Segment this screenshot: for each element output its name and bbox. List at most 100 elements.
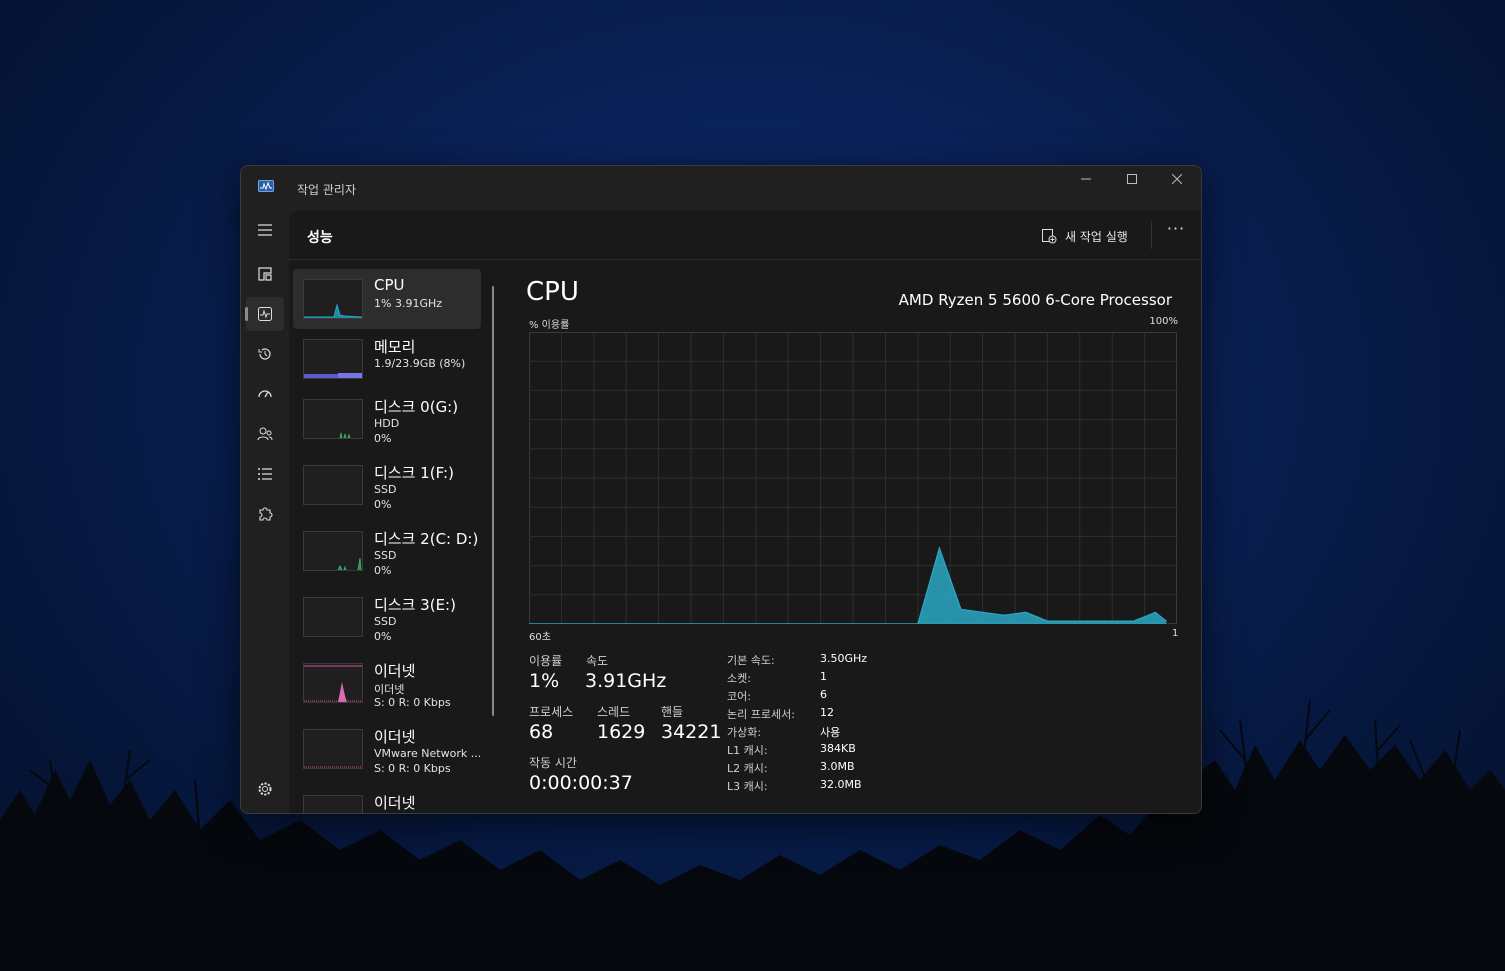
cpu-data-point <box>1111 620 1113 622</box>
device-list-scrollbar[interactable] <box>492 286 494 716</box>
list-item-disk-1[interactable]: 디스크 1(F:) SSD 0% <box>293 455 481 515</box>
device-usage: 0% <box>374 432 392 445</box>
device-detail: 1% 3.91GHz <box>374 297 443 310</box>
disk-0-mini-graph <box>303 399 363 439</box>
list-item-ethernet-1[interactable]: 이더넷 이더넷 S: 0 R: 0 Kbps <box>293 653 481 713</box>
run-new-task-label: 새 작업 실행 <box>1065 229 1128 244</box>
list-item-ethernet-2[interactable]: 이더넷 VMware Network ... S: 0 R: 0 Kbps <box>293 719 481 779</box>
maximize-icon <box>1127 174 1137 184</box>
uptime-label: 작동 시간 <box>529 756 577 770</box>
nav-startup-apps[interactable] <box>246 377 284 411</box>
cpu-data-point <box>1003 614 1005 616</box>
sockets-label: 소켓: <box>727 672 751 685</box>
page-title: 성능 <box>307 230 333 246</box>
device-usage: 0% <box>374 630 392 643</box>
l2-cache-value: 3.0MB <box>820 760 855 773</box>
nav-performance[interactable] <box>245 297 284 331</box>
nav-users[interactable] <box>246 417 284 451</box>
handles-value: 34221 <box>661 721 722 743</box>
memory-mini-graph <box>303 339 363 379</box>
cpu-data-point <box>1068 620 1070 622</box>
cpu-data-point <box>938 547 940 549</box>
device-detail: 1.9/23.9GB (8%) <box>374 357 466 370</box>
handles-label: 핸들 <box>661 705 684 719</box>
hamburger-menu-icon <box>258 224 272 236</box>
uptime-value: 0:00:00:37 <box>529 772 633 794</box>
performance-icon <box>258 307 272 321</box>
nav-processes[interactable] <box>246 257 284 291</box>
cores-value: 6 <box>820 688 827 701</box>
title-bar[interactable]: 작업 관리자 <box>241 166 1201 211</box>
utilization-label: 이용률 <box>529 654 563 668</box>
device-name: 이더넷 <box>374 662 416 680</box>
window-title: 작업 관리자 <box>297 183 357 197</box>
nav-details[interactable] <box>246 457 284 491</box>
nav-app-history[interactable] <box>246 337 284 371</box>
l2-cache-label: L2 캐시: <box>727 762 768 775</box>
cores-label: 코어: <box>727 690 751 703</box>
logical-processors-label: 논리 프로세서: <box>727 708 795 721</box>
throughput: S: 0 R: 0 Kbps <box>374 696 451 709</box>
device-usage: 0% <box>374 498 392 511</box>
close-icon <box>1172 174 1182 184</box>
logical-processors-value: 12 <box>820 706 834 719</box>
disk-2-mini-graph <box>303 531 363 571</box>
maximize-button[interactable] <box>1109 166 1155 192</box>
device-name: 메모리 <box>374 338 416 356</box>
cpu-data-point <box>1046 620 1048 622</box>
speed-value: 3.91GHz <box>585 670 667 692</box>
cpu-utilization-graph <box>529 332 1177 624</box>
disk-1-mini-graph <box>303 465 363 505</box>
more-options-button[interactable]: ··· <box>1165 219 1187 247</box>
details-list-icon <box>258 468 272 480</box>
speed-label: 속도 <box>586 654 609 668</box>
virtualization-value: 사용 <box>820 726 841 739</box>
nav-menu-button[interactable] <box>246 213 284 247</box>
list-item-cpu[interactable]: CPU 1% 3.91GHz <box>293 269 481 329</box>
y-axis-max-label: 100% <box>1149 316 1178 327</box>
adapter-name: VMware Network ... <box>374 747 482 760</box>
cpu-mini-graph <box>303 279 363 319</box>
list-item-ethernet-3[interactable]: 이더넷 <box>293 785 481 813</box>
threads-value: 1629 <box>597 721 646 743</box>
device-name: 디스크 3(E:) <box>374 596 456 614</box>
ethernet-1-mini-graph <box>303 663 363 703</box>
device-type: SSD <box>374 483 397 496</box>
cpu-data-point <box>982 611 984 613</box>
l3-cache-value: 32.0MB <box>820 778 862 791</box>
cpu-data-point <box>1165 620 1167 622</box>
close-button[interactable] <box>1154 166 1200 192</box>
utilization-value: 1% <box>529 670 560 692</box>
cpu-data-point <box>1025 611 1027 613</box>
device-list: CPU 1% 3.91GHz 메모리 1.9/23.9GB (8%) 디스크 0… <box>293 269 493 813</box>
device-name: 디스크 0(G:) <box>374 398 459 416</box>
y-axis-label: % 이용률 <box>529 320 570 331</box>
app-history-icon <box>258 348 271 360</box>
nav-settings[interactable] <box>246 772 284 806</box>
header-separator <box>1151 221 1152 249</box>
gear-icon <box>258 782 272 796</box>
device-name: 디스크 2(C: D:) <box>374 530 479 548</box>
processes-label: 프로세스 <box>529 705 574 719</box>
processes-icon <box>258 267 272 281</box>
ethernet-2-mini-graph <box>303 729 363 769</box>
cpu-title: CPU <box>526 277 579 307</box>
adapter-name: 이더넷 <box>374 683 405 696</box>
list-item-disk-0[interactable]: 디스크 0(G:) HDD 0% <box>293 389 481 449</box>
minimize-button[interactable] <box>1063 166 1109 192</box>
list-item-memory[interactable]: 메모리 1.9/23.9GB (8%) <box>293 329 481 389</box>
sockets-value: 1 <box>820 670 827 683</box>
nav-services[interactable] <box>246 497 284 531</box>
l3-cache-label: L3 캐시: <box>727 780 768 793</box>
device-name: 이더넷 <box>374 728 416 746</box>
x-axis-start-label: 60초 <box>529 632 551 643</box>
cpu-data-point <box>1133 620 1135 622</box>
run-new-task-button[interactable]: 새 작업 실행 <box>1041 225 1128 247</box>
list-item-disk-3[interactable]: 디스크 3(E:) SSD 0% <box>293 587 481 647</box>
device-name: CPU <box>374 276 405 294</box>
cpu-data-point <box>960 608 962 610</box>
l1-cache-label: L1 캐시: <box>727 744 768 757</box>
list-item-disk-2[interactable]: 디스크 2(C: D:) SSD 0% <box>293 521 481 581</box>
users-icon <box>257 427 273 441</box>
x-axis-end-label: 1 <box>1172 628 1179 639</box>
